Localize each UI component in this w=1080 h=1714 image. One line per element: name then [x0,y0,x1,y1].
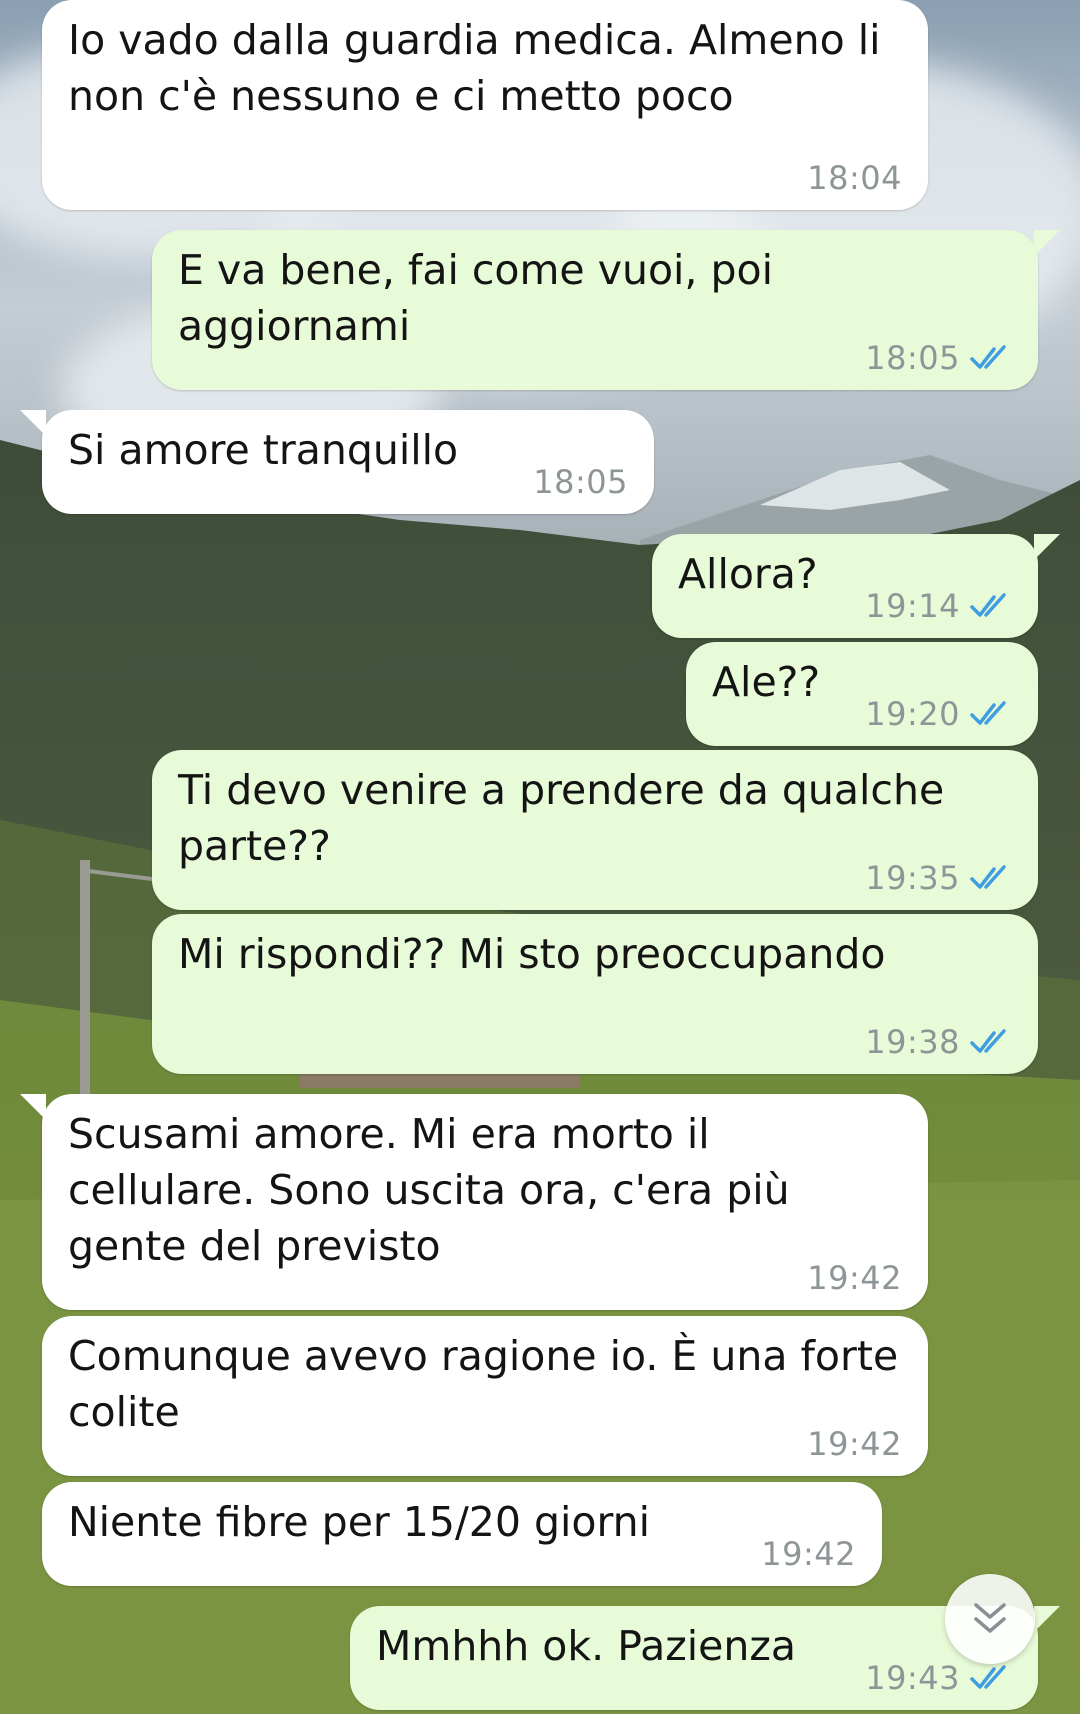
message-meta: 19:42 [807,1426,902,1462]
message-bubble-outgoing[interactable]: Ale?? 19:20 [686,642,1038,746]
message-bubble-outgoing[interactable]: Mi rispondi?? Mi sto preoccupando 19:38 [152,914,1038,1074]
read-ticks-icon [970,701,1006,725]
bubble-tail-icon [20,1094,46,1120]
message-bubble-outgoing[interactable]: Ti devo venire a prendere da qualche par… [152,750,1038,910]
read-ticks-icon [970,1029,1006,1053]
message-bubble-outgoing[interactable]: Mmhhh ok. Pazienza 19:43 [350,1606,1060,1710]
read-ticks-icon [970,865,1006,889]
message-bubble-outgoing[interactable]: E va bene, fai come vuoi, poi aggiornami… [152,230,1060,390]
bubble-tail-icon [1034,534,1060,560]
message-meta: 18:04 [807,160,902,196]
message-meta: 19:14 [865,588,1012,624]
message-time: 19:42 [807,1425,902,1463]
message-meta: 19:35 [865,860,1012,896]
message-bubble-incoming[interactable]: Si amore tranquillo 18:05 [20,410,654,514]
message-meta: 19:20 [865,696,1012,732]
bubble-tail-icon [20,410,46,436]
message-text: E va bene, fai come vuoi, poi aggiornami [178,246,773,350]
message-meta: 19:38 [865,1024,1012,1060]
message-time: 18:05 [865,339,960,377]
message-time: 19:35 [865,859,960,897]
message-meta: 19:42 [761,1536,856,1572]
message-time: 19:42 [761,1535,856,1573]
read-ticks-icon [970,1665,1006,1689]
message-time: 19:14 [865,587,960,625]
double-chevron-down-icon [974,1603,1006,1633]
message-text: Ti devo venire a prendere da qualche par… [178,766,945,870]
message-time: 19:38 [865,1023,960,1061]
message-bubble-incoming[interactable]: Niente fibre per 15/20 giorni 19:42 [42,1482,882,1586]
message-bubble-incoming[interactable]: Scusami amore. Mi era morto il cellulare… [20,1094,928,1310]
scroll-to-bottom-button[interactable] [945,1574,1035,1664]
read-ticks-icon [970,345,1006,369]
message-meta: 18:05 [533,464,628,500]
message-meta: 19:42 [807,1260,902,1296]
message-text: Comunque avevo ragione io. È una forte c… [68,1332,899,1436]
message-time: 18:04 [807,159,902,197]
message-bubble-incoming[interactable]: Io vado dalla guardia medica. Almeno li … [42,0,928,210]
message-bubble-outgoing[interactable]: Allora? 19:14 [652,534,1060,638]
message-meta: 18:05 [865,340,1012,376]
bubble-tail-icon [1034,230,1060,256]
message-time: 18:05 [533,463,628,501]
message-time: 19:43 [865,1659,960,1697]
message-text: Io vado dalla guardia medica. Almeno li … [68,16,881,120]
message-text: Mi rispondi?? Mi sto preoccupando [178,930,886,978]
bubble-tail-icon [1034,1606,1060,1632]
read-ticks-icon [970,593,1006,617]
message-text: Scusami amore. Mi era morto il cellulare… [68,1110,790,1270]
message-text: Niente fibre per 15/20 giorni [68,1498,651,1546]
message-list[interactable]: Io vado dalla guardia medica. Almeno li … [0,0,1080,1714]
message-time: 19:42 [807,1259,902,1297]
message-meta: 19:43 [865,1660,1012,1696]
message-bubble-incoming[interactable]: Comunque avevo ragione io. È una forte c… [42,1316,928,1476]
message-time: 19:20 [865,695,960,733]
